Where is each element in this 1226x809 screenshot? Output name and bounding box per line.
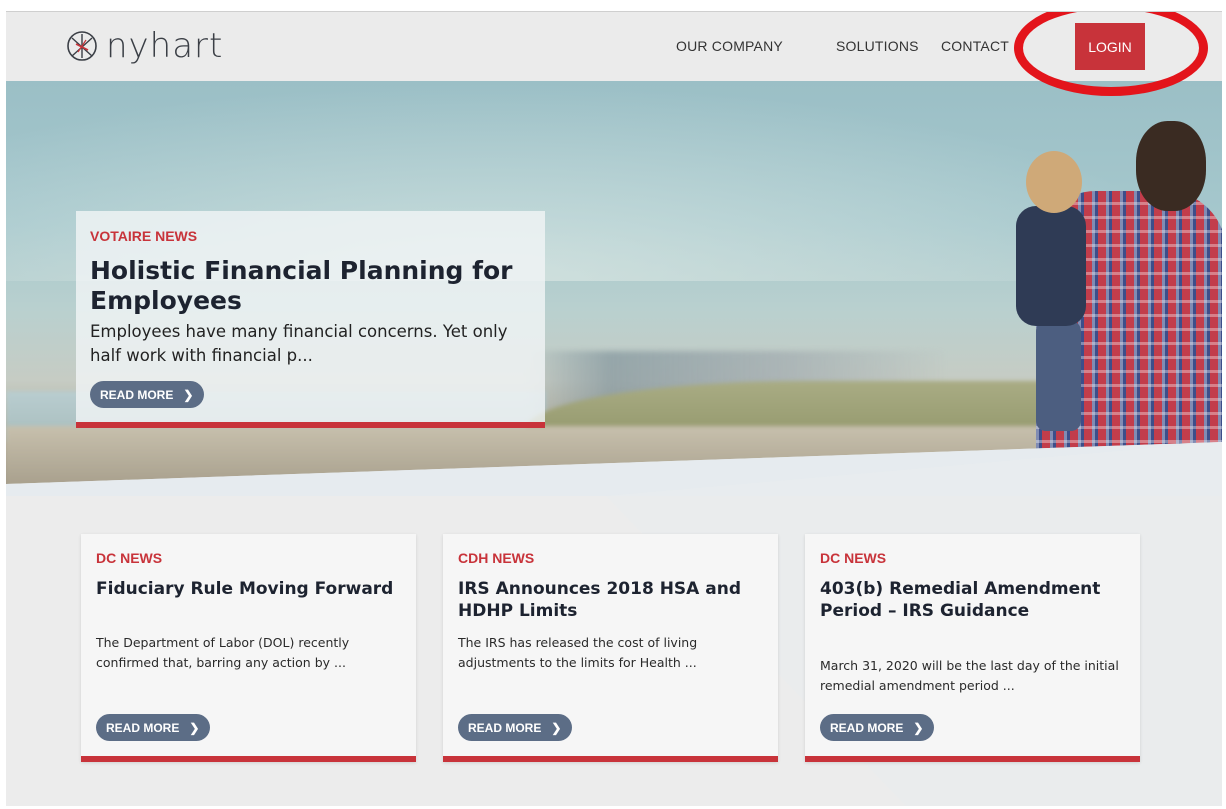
chevron-right-icon: ❯ [189, 720, 200, 735]
news-card: DC NEWS Fiduciary Rule Moving Forward Th… [81, 534, 416, 762]
page: nyhart OUR COMPANY SOLUTIONS CONTACT LOG… [6, 12, 1222, 806]
hero-card-category: VOTAIRE NEWS [90, 228, 198, 244]
hero-card-accent-bar [76, 422, 545, 428]
logo[interactable]: nyhart [66, 26, 223, 66]
card-category: DC NEWS [820, 550, 887, 566]
card-category: CDH NEWS [458, 550, 535, 566]
card-category: DC NEWS [96, 550, 163, 566]
hero-news-card: VOTAIRE NEWS Holistic Financial Planning… [76, 211, 545, 428]
read-more-label: READ MORE [100, 387, 174, 402]
hero-read-more-button[interactable]: READ MORE ❯ [90, 381, 204, 408]
nyhart-logo-icon [67, 31, 97, 61]
hero-card-excerpt: Employees have many financial concerns. … [90, 322, 508, 365]
card-accent-bar [443, 756, 778, 762]
read-more-label: READ MORE [106, 720, 180, 735]
hero-photo-people [1016, 121, 1222, 496]
card-title[interactable]: 403(b) Remedial Amendment Period – IRS G… [820, 578, 1130, 622]
card-excerpt: The IRS has released the cost of living … [458, 635, 698, 670]
card-excerpt: The Department of Labor (DOL) recently c… [96, 635, 350, 670]
read-more-button[interactable]: READ MORE ❯ [96, 714, 210, 741]
read-more-button[interactable]: READ MORE ❯ [820, 714, 934, 741]
nav-contact[interactable]: CONTACT [941, 38, 1009, 54]
read-more-label: READ MORE [830, 720, 904, 735]
read-more-button[interactable]: READ MORE ❯ [458, 714, 572, 741]
chevron-right-icon: ❯ [913, 720, 924, 735]
nav-our-company[interactable]: OUR COMPANY [676, 38, 783, 54]
read-more-label: READ MORE [468, 720, 542, 735]
card-title[interactable]: IRS Announces 2018 HSA and HDHP Limits [458, 578, 768, 622]
chevron-right-icon: ❯ [183, 387, 194, 402]
card-excerpt: March 31, 2020 will be the last day of t… [820, 658, 1119, 693]
news-card: DC NEWS 403(b) Remedial Amendment Period… [805, 534, 1140, 762]
hero-card-title[interactable]: Holistic Financial Planning for Employee… [90, 256, 540, 316]
chevron-right-icon: ❯ [551, 720, 562, 735]
nav-solutions[interactable]: SOLUTIONS [836, 38, 919, 54]
logo-text: nyhart [106, 26, 224, 66]
site-header: nyhart OUR COMPANY SOLUTIONS CONTACT LOG… [6, 12, 1222, 96]
news-card: CDH NEWS IRS Announces 2018 HSA and HDHP… [443, 534, 778, 762]
card-accent-bar [805, 756, 1140, 762]
card-title[interactable]: Fiduciary Rule Moving Forward [96, 578, 406, 600]
card-accent-bar [81, 756, 416, 762]
